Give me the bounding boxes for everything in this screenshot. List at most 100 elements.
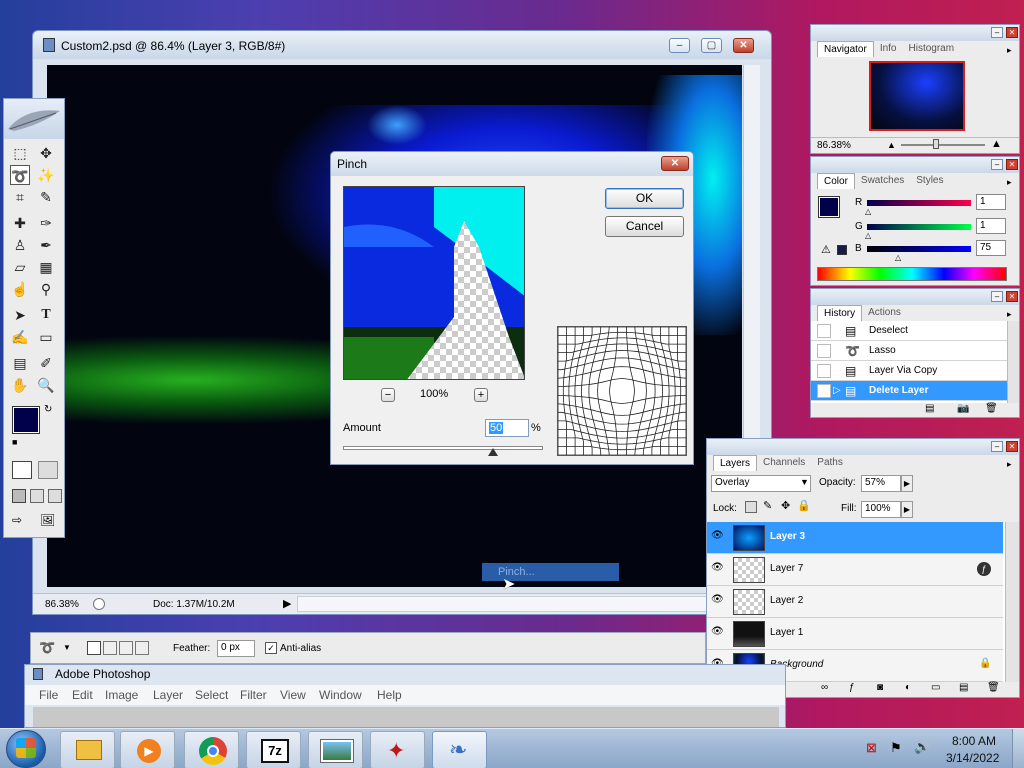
amount-slider-thumb[interactable] (488, 448, 498, 456)
add-to-selection-icon[interactable] (103, 641, 117, 655)
history-close-icon[interactable]: ✕ (1006, 291, 1018, 302)
adjustment-layer-icon[interactable]: ◐ (905, 682, 911, 693)
pinch-close-button[interactable]: ✕ (661, 156, 689, 171)
marquee-tool-icon[interactable]: ⬚ (10, 143, 30, 163)
layer-name[interactable]: Layer 1 (770, 627, 803, 638)
preset-chevron-down-icon[interactable]: ▼ (63, 643, 71, 652)
layer-name[interactable]: Layer 2 (770, 595, 803, 606)
maximize-button[interactable]: ▢ (701, 38, 722, 53)
red-channel-thumb[interactable]: △ (865, 207, 871, 216)
status-menu-arrow-icon[interactable]: ▶ (283, 597, 291, 610)
new-snapshot-icon[interactable]: 📷 (957, 403, 969, 414)
photo-viewer-taskbar-icon[interactable] (308, 731, 363, 768)
history-snapshot-checkbox[interactable] (817, 364, 831, 378)
navigator-minimize-icon[interactable]: – (991, 27, 1003, 38)
layers-close-icon[interactable]: ✕ (1006, 441, 1018, 452)
document-titlebar[interactable]: Custom2.psd @ 86.4% (Layer 3, RGB/8#) – … (33, 31, 771, 59)
tab-paths[interactable]: Paths (811, 455, 849, 471)
screen-mode-standard-icon[interactable] (12, 489, 26, 503)
tab-actions[interactable]: Actions (862, 305, 907, 321)
blur-tool-icon[interactable]: ☝ (10, 279, 30, 299)
navigator-zoom-out-icon[interactable]: ▲ (887, 140, 896, 150)
layers-panel[interactable]: – ✕ Layers Channels Paths ▸ Overlay ▼ Opac… (706, 438, 1020, 698)
red-channel-input[interactable]: 1 (976, 194, 1006, 210)
history-item-selected[interactable]: ▷ ▤ Delete Layer (811, 381, 1007, 401)
screen-mode-full-icon[interactable] (48, 489, 62, 503)
amount-slider-track[interactable] (343, 446, 543, 450)
eyedropper-tool-icon[interactable]: ✐ (36, 353, 56, 373)
menu-select[interactable]: Select (195, 688, 228, 702)
file-explorer-taskbar-icon[interactable] (60, 731, 115, 768)
tab-styles[interactable]: Styles (910, 173, 949, 189)
color-minimize-icon[interactable]: – (991, 159, 1003, 170)
shape-tool-icon[interactable]: ▭ (36, 327, 56, 347)
menu-view[interactable]: View (280, 688, 306, 702)
pen-tool-icon[interactable]: ✍ (10, 327, 30, 347)
notes-tool-icon[interactable]: ▤ (10, 353, 30, 373)
clock-time[interactable]: 8:00 AM (952, 734, 996, 748)
zoom-tool-icon[interactable]: 🔍 (36, 375, 56, 395)
history-scrollbar[interactable] (1007, 321, 1019, 403)
panel-menu-arrow-icon[interactable]: ▸ (1007, 309, 1012, 320)
foreground-color-swatch[interactable] (12, 406, 40, 434)
layer-thumbnail[interactable] (733, 525, 765, 551)
color-spectrum-ramp[interactable] (817, 267, 1007, 281)
navigator-panel-header[interactable]: – ✕ (811, 25, 1019, 41)
lock-position-icon[interactable]: ✥ (781, 499, 790, 512)
layer-row[interactable]: 👁 Layer 7 ƒ (707, 554, 1003, 586)
link-layers-icon[interactable]: ∞ (821, 682, 828, 693)
brush-tool-icon[interactable]: ✑ (36, 213, 56, 233)
layer-thumbnail[interactable] (733, 621, 765, 647)
history-snapshot-checkbox[interactable] (817, 344, 831, 358)
layers-panel-header[interactable]: – ✕ (707, 439, 1019, 455)
media-player-taskbar-icon[interactable]: ▶ (120, 731, 175, 768)
toolbox[interactable]: ⬚ ✥ ➰ ✨ ⌗ ✎ ✚ ✑ ♙ ✒ ▱ ▦ ☝ ⚲ ➤ T ✍ ▭ ▤ ✐ … (3, 98, 65, 538)
lasso-preset-icon[interactable]: ➰ (39, 640, 55, 656)
standard-mode-icon[interactable] (12, 461, 32, 479)
lock-transparent-icon[interactable] (745, 501, 757, 513)
menu-file[interactable]: File (39, 688, 58, 702)
blue-channel-thumb[interactable]: △ (895, 253, 901, 262)
zoom-in-button[interactable]: + (474, 388, 488, 402)
new-group-icon[interactable]: ▭ (931, 682, 940, 693)
antialias-checkbox[interactable]: ✓ (265, 642, 277, 654)
red-channel-slider[interactable] (867, 200, 971, 206)
layer-row[interactable]: 👁 Layer 1 (707, 618, 1003, 650)
navigator-zoom[interactable]: 86.38% (817, 140, 851, 151)
color-close-icon[interactable]: ✕ (1006, 159, 1018, 170)
layer-visibility-eye-icon[interactable]: 👁 (711, 626, 725, 637)
photoshop-taskbar-icon[interactable]: ❧ (432, 731, 487, 768)
panel-menu-arrow-icon[interactable]: ▸ (1007, 177, 1012, 188)
slice-tool-icon[interactable]: ✎ (36, 187, 56, 207)
menu-edit[interactable]: Edit (72, 688, 93, 702)
action-center-icon[interactable]: ⚑ (890, 740, 902, 756)
color-panel[interactable]: – ✕ Color Swatches Styles ▸ ⚠ R △ 1 G △ 1 … (810, 156, 1020, 286)
gradient-tool-icon[interactable]: ▦ (36, 257, 56, 277)
imageready-icon[interactable]: 🖼 (40, 513, 58, 529)
horizontal-scrollbar[interactable] (297, 596, 707, 612)
pinch-dialog[interactable]: Pinch ✕ − 100% + OK Cancel Amount 50 % (330, 151, 694, 465)
history-item[interactable]: ▤ Layer Via Copy (811, 361, 1007, 381)
layer-style-icon[interactable]: ƒ (849, 682, 855, 693)
lock-all-icon[interactable]: 🔒 (797, 499, 811, 512)
tab-histogram[interactable]: Histogram (903, 41, 961, 57)
navigator-thumbnail[interactable] (869, 61, 965, 131)
swap-colors-icon[interactable]: ↻ (44, 404, 52, 415)
navigator-zoom-slider[interactable] (901, 144, 985, 146)
tab-info[interactable]: Info (874, 41, 903, 57)
fill-slider-arrow-icon[interactable]: ▶ (901, 501, 913, 518)
tab-history[interactable]: History (817, 305, 863, 321)
navigator-panel[interactable]: – ✕ Navigator Info Histogram ▸ 86.38% ▲ ▲ (810, 24, 1020, 154)
dodge-tool-icon[interactable]: ⚲ (36, 279, 56, 299)
layer-row[interactable]: 👁 Layer 2 (707, 586, 1003, 618)
layer-thumbnail[interactable] (733, 589, 765, 615)
history-snapshot-checkbox[interactable] (817, 384, 831, 398)
layers-scrollbar[interactable] (1005, 522, 1019, 682)
amount-input[interactable]: 50 (485, 419, 529, 437)
lock-image-icon[interactable]: ✎ (763, 499, 772, 512)
lasso-tool-icon[interactable]: ➰ (10, 165, 30, 185)
volume-icon[interactable]: 🔊 (914, 739, 930, 755)
zoom-out-button[interactable]: − (381, 388, 395, 402)
red-app-taskbar-icon[interactable]: ✦ (370, 731, 425, 768)
pinch-preview[interactable] (343, 186, 525, 380)
